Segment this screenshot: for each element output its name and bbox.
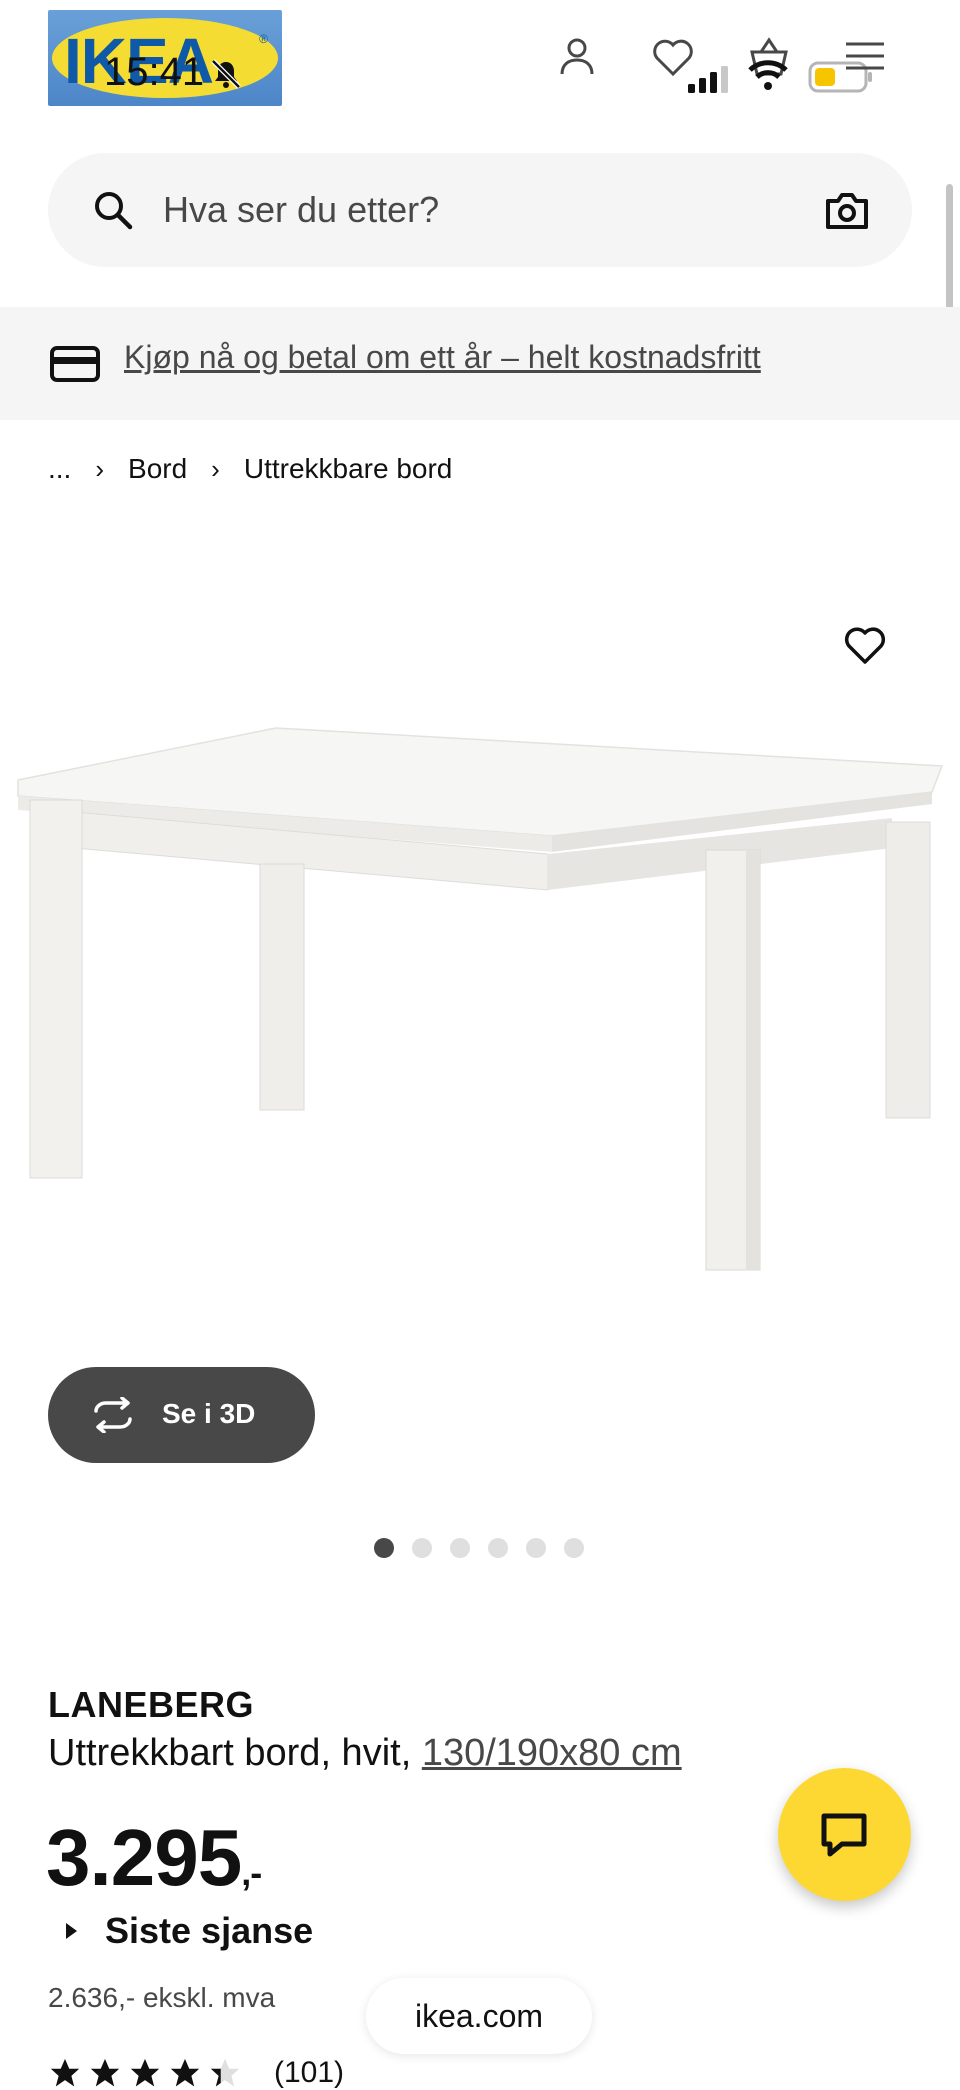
credit-card-icon (50, 346, 100, 382)
breadcrumb-item-uttrekkbare-bord[interactable]: Uttrekkbare bord (244, 453, 453, 485)
star-filled-icon (50, 2058, 80, 2087)
star-partial-icon (210, 2058, 240, 2087)
rotate-3d-icon (94, 1397, 132, 1433)
view-in-3d-label: Se i 3D (162, 1398, 256, 1429)
breadcrumb-item-bord[interactable]: Bord (128, 453, 187, 485)
triangle-right-icon (66, 1923, 77, 1939)
wifi-icon (748, 60, 788, 90)
bell-slash-icon (211, 59, 241, 89)
gallery-dot[interactable] (564, 1538, 584, 1558)
camera-icon[interactable] (824, 189, 870, 231)
search-bar[interactable]: Hva ser du etter? (48, 153, 912, 267)
search-input[interactable]: Hva ser du etter? (163, 189, 439, 231)
product-price: 3.295,- (46, 1812, 262, 1904)
last-chance-toggle[interactable]: Siste sjanse (66, 1910, 313, 1952)
browser-url-bar[interactable]: ikea.com (366, 1978, 592, 2054)
star-filled-icon (130, 2058, 160, 2087)
rating-stars[interactable] (48, 2056, 242, 2090)
breadcrumb-ellipsis[interactable]: ... (48, 453, 71, 485)
profile-icon[interactable] (554, 34, 600, 80)
product-size-link[interactable]: 130/190x80 cm (422, 1732, 682, 1774)
gallery-dot[interactable] (412, 1538, 432, 1558)
product-type: Uttrekkbart bord, hvit, (48, 1732, 412, 1774)
chat-bubble-icon (821, 1813, 867, 1857)
price-suffix: ,- (241, 1852, 262, 1893)
price-ex-vat: 2.636,- ekskl. mva (48, 1982, 276, 2013)
gallery-dot[interactable] (526, 1538, 546, 1558)
product-image[interactable] (12, 700, 948, 1340)
cellular-signal-icon (688, 66, 728, 93)
browser-url-text: ikea.com (414, 1998, 544, 2034)
hamburger-menu-icon[interactable] (842, 34, 888, 80)
view-in-3d-button[interactable]: Se i 3D (48, 1367, 315, 1463)
product-description: Uttrekkbart bord, hvit, 130/190x80 cm (48, 1732, 682, 1775)
chevron-right-icon: › (95, 453, 105, 484)
logo-registered-mark: ® (259, 32, 268, 46)
last-chance-label: Siste sjanse (105, 1910, 314, 1951)
review-count[interactable]: (101) (274, 2056, 344, 2090)
promo-link[interactable]: Kjøp nå og betal om ett år – helt kostna… (124, 339, 761, 376)
price-value: 3.295 (46, 1813, 242, 1902)
add-to-favorites-icon[interactable] (842, 622, 888, 668)
promo-banner[interactable]: Kjøp nå og betal om ett år – helt kostna… (0, 307, 960, 420)
gallery-dot[interactable] (488, 1538, 508, 1558)
gallery-dot[interactable] (450, 1538, 470, 1558)
product-name: LANEBERG (48, 1684, 255, 1725)
chevron-right-icon: › (211, 453, 220, 484)
status-time: 15:41 (104, 50, 205, 94)
breadcrumb: ... › Bord › Uttrekkbare bord (48, 453, 452, 485)
gallery-pagination (374, 1538, 584, 1558)
star-filled-icon (90, 2058, 120, 2087)
star-filled-icon (170, 2058, 200, 2087)
gallery-dot[interactable] (374, 1538, 394, 1558)
search-icon (95, 192, 133, 230)
chat-button[interactable] (778, 1768, 911, 1901)
